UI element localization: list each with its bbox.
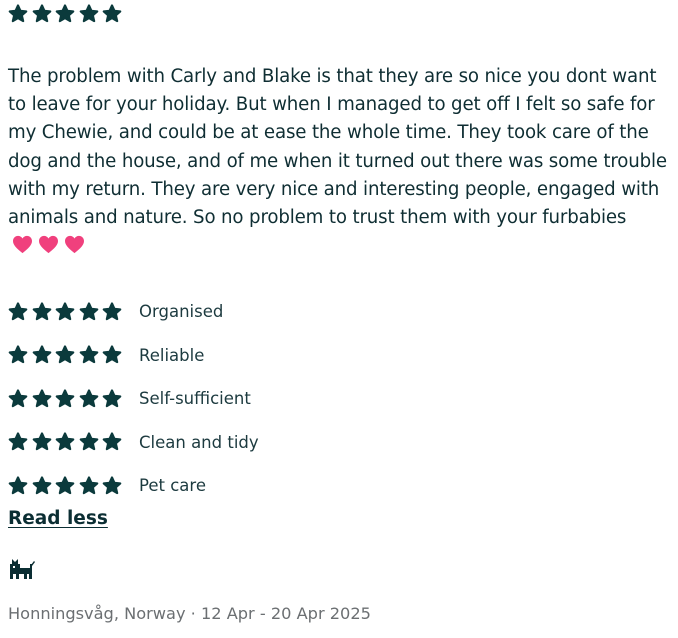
review-card: The problem with Carly and Blake is that… xyxy=(0,0,678,638)
review-body: The problem with Carly and Blake is that… xyxy=(8,66,667,229)
review-text: The problem with Carly and Blake is that… xyxy=(8,63,668,260)
star-icon xyxy=(8,389,28,409)
rating-row: Clean and tidy xyxy=(8,421,259,465)
star-icon xyxy=(55,432,75,452)
star-icon xyxy=(79,389,99,409)
rating-label: Reliable xyxy=(139,345,205,365)
rating-stars xyxy=(8,476,139,496)
dog-icon xyxy=(8,557,36,581)
category-ratings: Organised Reliable Self-sufficient Clean an… xyxy=(8,290,259,508)
star-icon xyxy=(32,345,52,365)
rating-row: Pet care xyxy=(8,464,259,508)
star-icon xyxy=(32,432,52,452)
star-icon xyxy=(32,4,52,24)
star-icon xyxy=(32,389,52,409)
rating-stars xyxy=(8,389,139,409)
star-icon xyxy=(8,476,28,496)
rating-label: Self-sufficient xyxy=(139,389,251,409)
rating-label: Pet care xyxy=(139,476,206,496)
heart-icon xyxy=(65,236,84,254)
star-icon xyxy=(8,432,28,452)
star-icon xyxy=(8,4,28,24)
star-icon xyxy=(102,345,122,365)
star-icon xyxy=(102,476,122,496)
star-icon xyxy=(79,302,99,322)
star-icon xyxy=(102,4,122,24)
heart-icon xyxy=(13,236,32,254)
star-icon xyxy=(8,302,28,322)
rating-label: Clean and tidy xyxy=(139,432,259,452)
star-icon xyxy=(102,432,122,452)
star-icon xyxy=(8,345,28,365)
read-less-link[interactable]: Read less xyxy=(8,508,108,529)
rating-stars xyxy=(8,432,139,452)
star-icon xyxy=(102,389,122,409)
stay-location-dates: Honningsvåg, Norway · 12 Apr - 20 Apr 20… xyxy=(8,604,371,623)
star-icon xyxy=(32,476,52,496)
star-icon xyxy=(32,302,52,322)
star-icon xyxy=(55,345,75,365)
hearts-emoji xyxy=(12,235,90,254)
rating-row: Organised xyxy=(8,290,259,334)
star-icon xyxy=(79,476,99,496)
rating-label: Organised xyxy=(139,302,224,322)
star-icon xyxy=(79,4,99,24)
rating-stars xyxy=(8,345,139,365)
star-icon xyxy=(55,389,75,409)
rating-stars xyxy=(8,302,139,322)
heart-icon xyxy=(39,236,58,254)
star-icon xyxy=(79,345,99,365)
overall-rating xyxy=(8,4,126,24)
rating-row: Reliable xyxy=(8,334,259,378)
star-icon xyxy=(55,4,75,24)
star-icon xyxy=(79,432,99,452)
star-icon xyxy=(55,476,75,496)
star-icon xyxy=(55,302,75,322)
star-icon xyxy=(102,302,122,322)
rating-row: Self-sufficient xyxy=(8,377,259,421)
